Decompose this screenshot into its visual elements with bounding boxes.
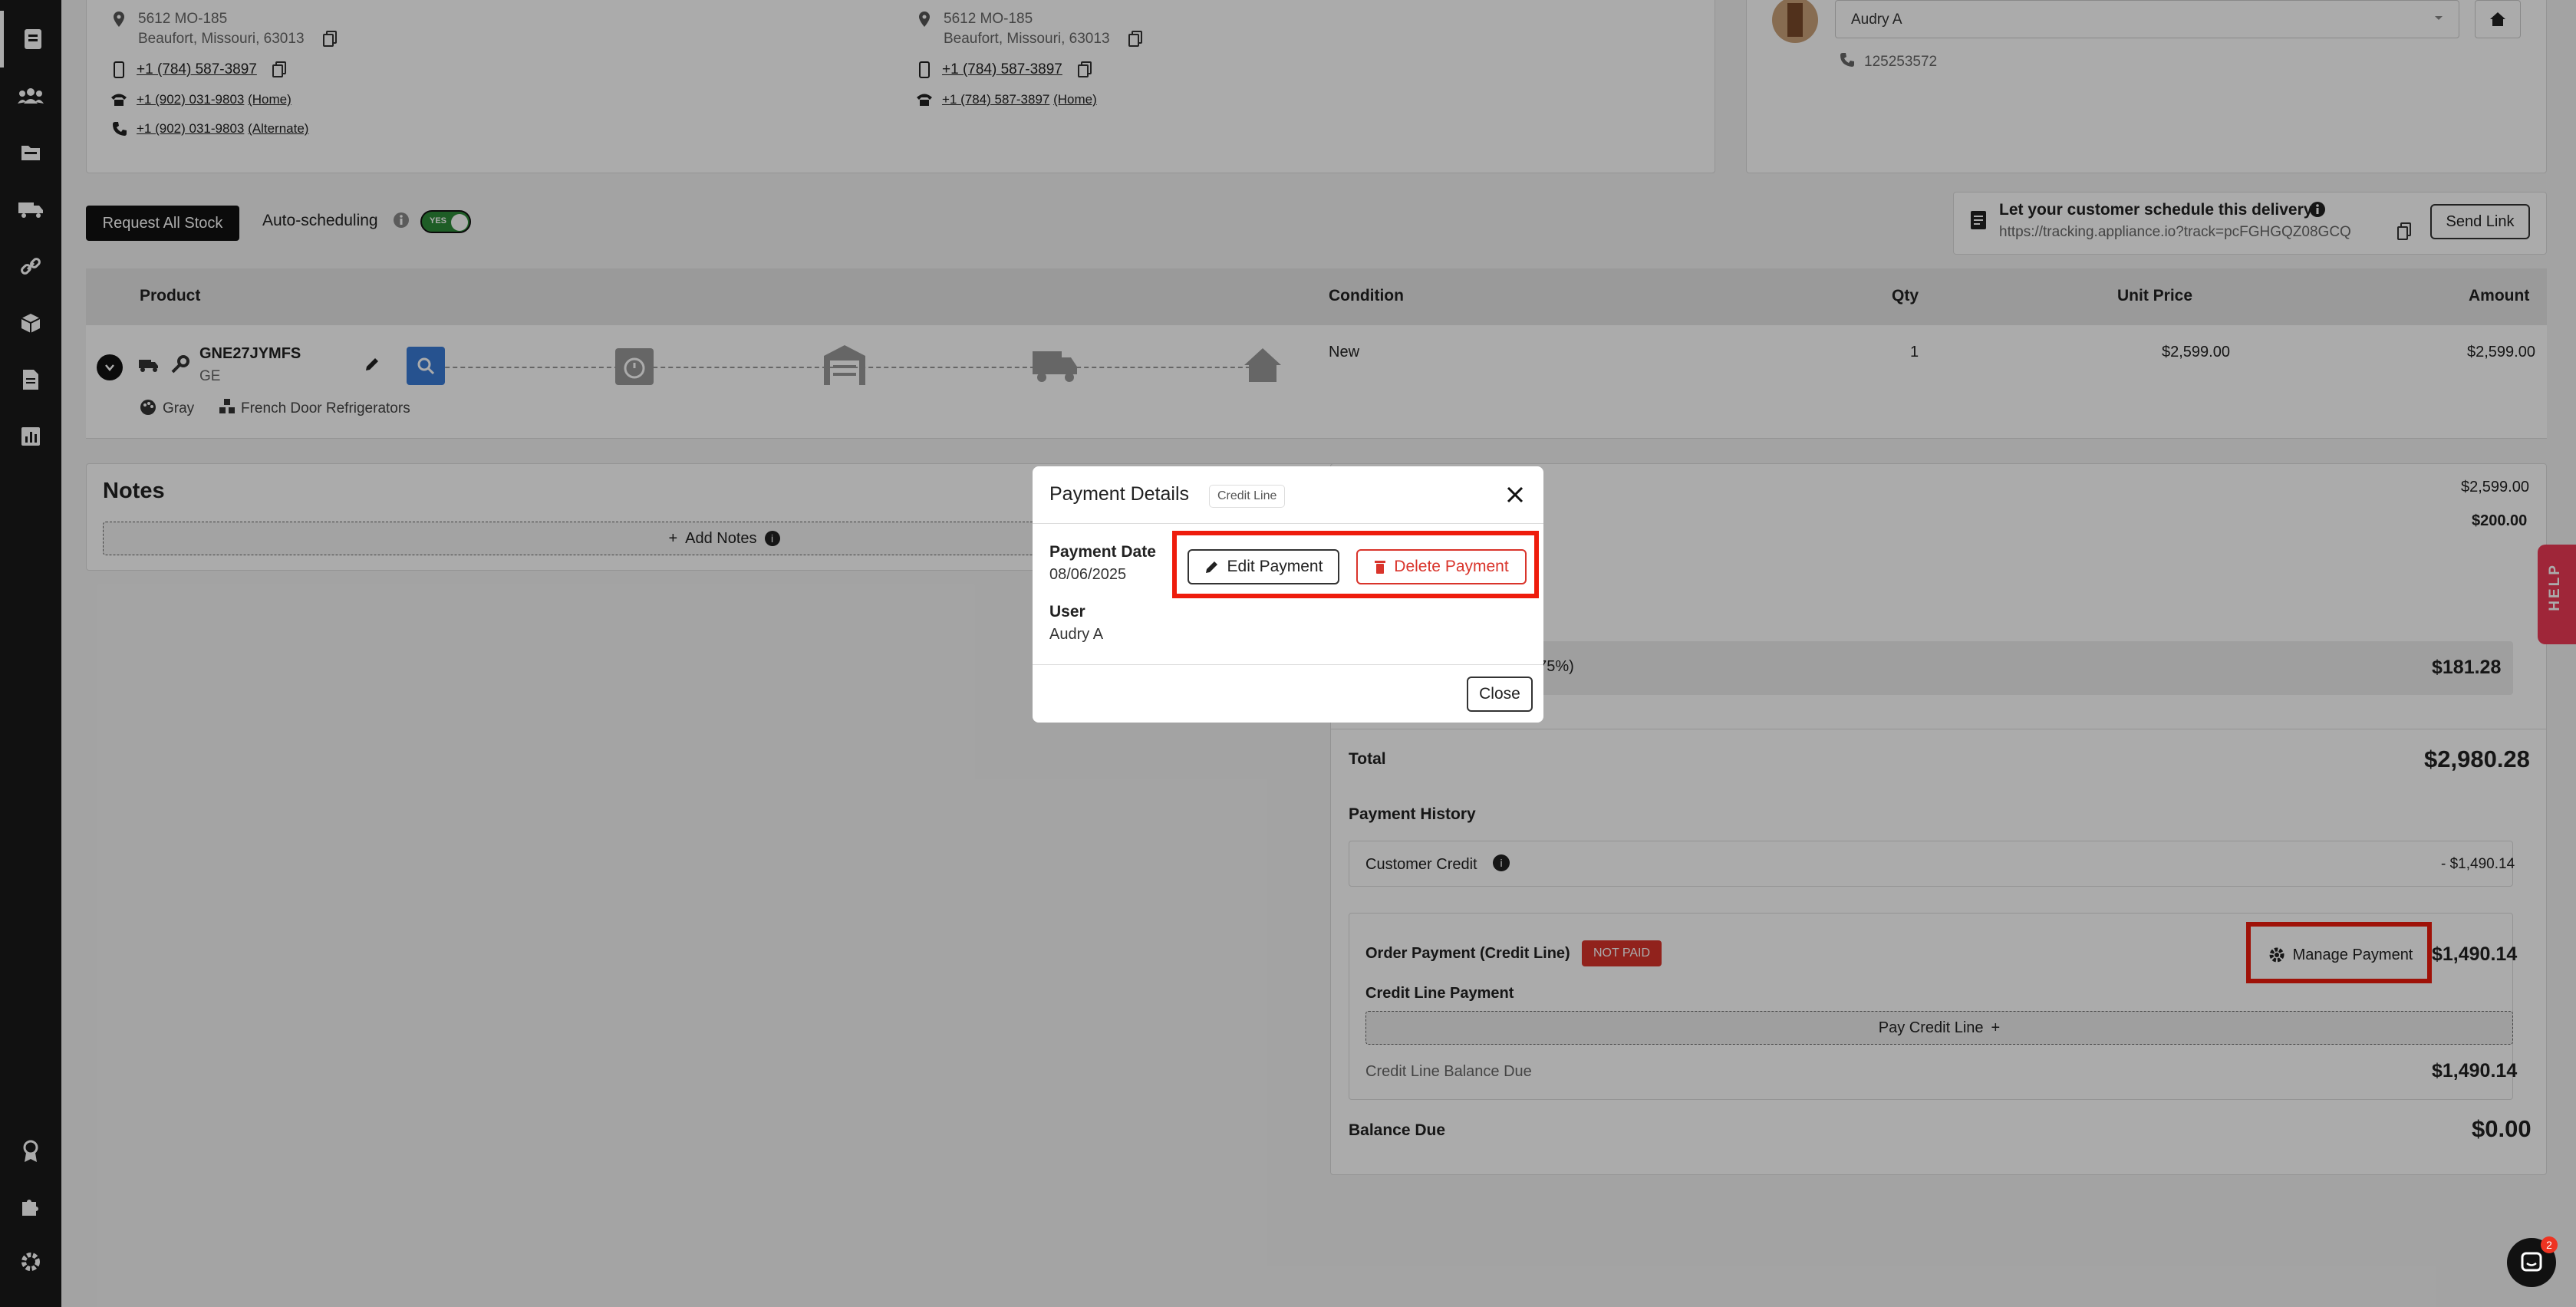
close-button[interactable]: Close [1467,677,1533,712]
payment-date-label: Payment Date [1049,543,1156,561]
chat-button[interactable]: 2 [2507,1236,2558,1287]
trash-icon [1375,561,1386,574]
payment-user-label: User [1049,603,1085,621]
modal-title: Payment Details [1049,483,1190,505]
close-icon[interactable] [1505,485,1525,505]
divider [1033,523,1543,524]
payment-details-modal: Payment Details Credit Line Payment Date… [1033,466,1543,723]
payment-user-value: Audry A [1049,626,1104,643]
chat-icon [2521,1252,2542,1272]
edit-payment-button[interactable]: Edit Payment [1188,549,1339,584]
divider [1033,664,1543,665]
pencil-icon [1205,561,1217,573]
edit-payment-label: Edit Payment [1227,558,1323,575]
payment-type-badge: Credit Line [1209,485,1286,508]
payment-date-value: 08/06/2025 [1049,566,1127,583]
chat-badge: 2 [2541,1236,2558,1253]
delete-payment-label: Delete Payment [1394,558,1509,575]
delete-payment-button[interactable]: Delete Payment [1356,549,1527,584]
